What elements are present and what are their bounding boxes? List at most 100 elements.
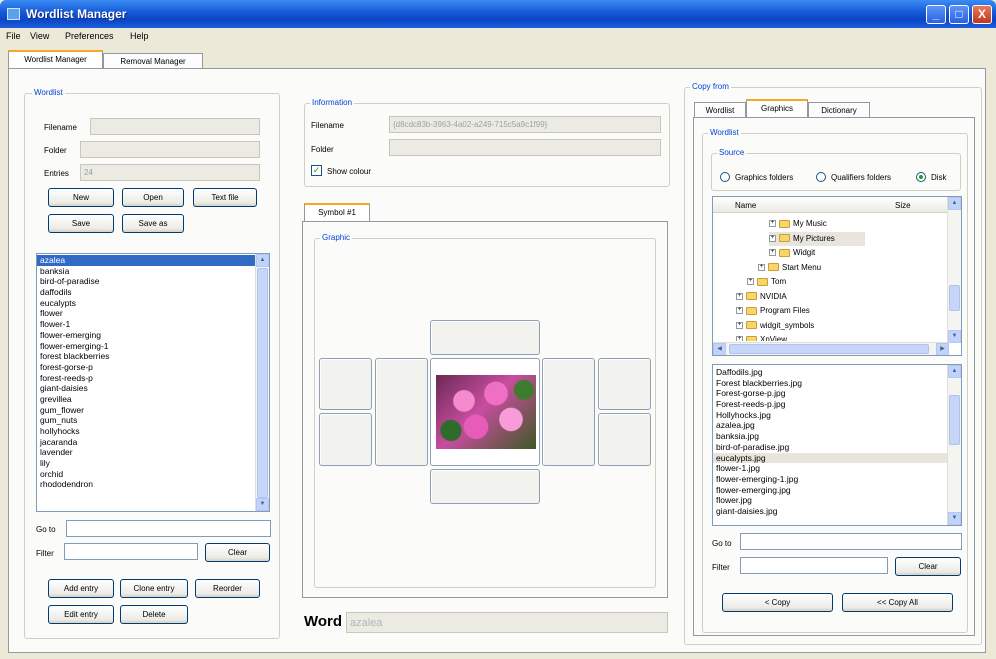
graphic-cell-right-bottom[interactable] <box>598 413 651 466</box>
graphic-cell-right-inner[interactable] <box>542 358 595 466</box>
tab-wordlist-manager[interactable]: Wordlist Manager <box>8 50 103 68</box>
word-list-item[interactable]: bird-of-paradise <box>37 276 255 287</box>
maximize-button[interactable]: □ <box>949 5 969 24</box>
edit-entry-button[interactable]: Edit entry <box>48 605 114 624</box>
expand-plus-icon[interactable]: + <box>747 278 754 286</box>
copy-all-button[interactable]: << Copy All <box>842 593 953 612</box>
delete-button[interactable]: Delete <box>120 605 188 624</box>
expand-plus-icon[interactable]: + <box>736 336 743 341</box>
tree-item[interactable]: + XnView <box>736 333 787 341</box>
tree-scroll-thumb[interactable] <box>949 285 960 311</box>
open-button[interactable]: Open <box>122 188 184 207</box>
graphic-cell-right-top[interactable] <box>598 358 651 410</box>
clone-entry-button[interactable]: Clone entry <box>120 579 188 598</box>
file-list-item[interactable]: flower.jpg <box>713 495 947 506</box>
file-scroll-down-icon[interactable]: ▼ <box>948 512 961 525</box>
copy-goto-input[interactable] <box>740 533 962 550</box>
word-list-item[interactable]: gum_flower <box>37 405 255 416</box>
save-as-button[interactable]: Save as <box>122 214 184 233</box>
tree-header-size[interactable]: Size <box>895 201 911 210</box>
expand-plus-icon[interactable]: + <box>736 321 743 329</box>
tree-scroll-left-icon[interactable]: ◀ <box>713 343 726 355</box>
graphic-cell-left-top[interactable] <box>319 358 372 410</box>
tab-symbol-1[interactable]: Symbol #1 <box>304 203 370 221</box>
tree-vscrollbar[interactable]: ▲ ▼ <box>947 197 961 343</box>
file-list-item[interactable]: bird-of-paradise.jpg <box>713 442 947 453</box>
scroll-thumb[interactable] <box>257 268 268 498</box>
word-list-item[interactable]: giant-daisies <box>37 383 255 394</box>
graphic-cell-center[interactable] <box>430 358 540 466</box>
word-list-item[interactable]: flower-emerging <box>37 330 255 341</box>
radio-disk[interactable] <box>916 172 926 182</box>
tree-item[interactable]: + Tom <box>747 275 786 289</box>
tab-removal-manager[interactable]: Removal Manager <box>103 53 203 69</box>
word-list-item[interactable]: azalea <box>37 255 255 266</box>
tree-item[interactable]: + My Pictures <box>769 231 865 246</box>
file-list-scrollbar[interactable]: ▲ ▼ <box>947 365 961 525</box>
tree-hscrollbar[interactable]: ◀ ▶ <box>713 342 949 355</box>
file-list-item[interactable]: Daffodils.jpg <box>713 367 947 378</box>
file-list-item[interactable]: giant-daisies.jpg <box>713 506 947 517</box>
tab-copy-dictionary[interactable]: Dictionary <box>808 102 870 118</box>
tab-copy-wordlist[interactable]: Wordlist <box>694 102 746 118</box>
word-list-item[interactable]: jacaranda <box>37 437 255 448</box>
word-list-item[interactable]: rhododendron <box>37 479 255 490</box>
tree-hscroll-thumb[interactable] <box>729 344 929 354</box>
file-list-item[interactable]: eucalypts.jpg <box>713 452 947 464</box>
tree-item[interactable]: + Program Files <box>736 304 810 318</box>
file-list-item[interactable]: azalea.jpg <box>713 420 947 431</box>
tree-scroll-up-icon[interactable]: ▲ <box>948 197 961 210</box>
graphic-cell-bottom[interactable] <box>430 469 540 504</box>
word-list-item[interactable]: hollyhocks <box>37 426 255 437</box>
expand-plus-icon[interactable]: + <box>758 263 765 271</box>
tab-copy-graphics[interactable]: Graphics <box>746 99 808 117</box>
word-list-item[interactable]: banksia <box>37 266 255 277</box>
expand-plus-icon[interactable]: + <box>736 292 743 300</box>
word-list-item[interactable]: forest-gorse-p <box>37 362 255 373</box>
file-list-item[interactable]: flower-emerging.jpg <box>713 485 947 496</box>
expand-plus-icon[interactable]: + <box>736 307 743 315</box>
file-list-item[interactable]: Forest blackberries.jpg <box>713 378 947 389</box>
copy-button[interactable]: < Copy <box>722 593 833 612</box>
graphic-cell-top[interactable] <box>430 320 540 355</box>
text-file-button[interactable]: Text file <box>193 188 257 207</box>
file-list[interactable]: Daffodils.jpg Forest blackberries.jpg Fore… <box>712 364 962 526</box>
word-list-item[interactable]: orchid <box>37 469 255 480</box>
file-list-item[interactable]: flower-1.jpg <box>713 463 947 474</box>
file-scroll-thumb[interactable] <box>949 395 960 445</box>
file-list-item[interactable]: flower-emerging-1.jpg <box>713 474 947 485</box>
word-list-item[interactable]: flower-1 <box>37 319 255 330</box>
menu-preferences[interactable]: Preferences <box>65 31 114 41</box>
scroll-down-icon[interactable]: ▼ <box>256 498 269 511</box>
word-list-item[interactable]: lily <box>37 458 255 469</box>
save-button[interactable]: Save <box>48 214 114 233</box>
expand-plus-icon[interactable]: + <box>769 234 776 242</box>
tree-item[interactable]: + Start Menu <box>758 261 821 275</box>
file-list-item[interactable]: banksia.jpg <box>713 431 947 442</box>
tree-scroll-right-icon[interactable]: ▶ <box>936 343 949 355</box>
word-list-item[interactable]: eucalypts <box>37 298 255 309</box>
file-list-item[interactable]: Forest-reeds-p.jpg <box>713 399 947 410</box>
menu-view[interactable]: View <box>30 31 49 41</box>
clear-button[interactable]: Clear <box>205 543 270 562</box>
tree-scroll-down-icon[interactable]: ▼ <box>948 330 961 343</box>
tree-header-name[interactable]: Name <box>735 201 756 210</box>
word-list-item[interactable]: grevillea <box>37 394 255 405</box>
word-list-item[interactable]: flower <box>37 308 255 319</box>
radio-graphics-folders[interactable] <box>720 172 730 182</box>
radio-qualifiers-folders[interactable] <box>816 172 826 182</box>
graphic-cell-left-inner[interactable] <box>375 358 428 466</box>
copy-filter-input[interactable] <box>740 557 888 574</box>
tree-item[interactable]: + Widgit <box>769 246 815 260</box>
tree-item[interactable]: + widgit_symbols <box>736 319 814 333</box>
file-list-item[interactable]: Forest-gorse-p.jpg <box>713 388 947 399</box>
word-list-item[interactable]: forest blackberries <box>37 351 255 362</box>
menu-file[interactable]: File <box>6 31 21 41</box>
add-entry-button[interactable]: Add entry <box>48 579 114 598</box>
expand-plus-icon[interactable]: + <box>769 249 776 257</box>
word-list-item[interactable]: lavender <box>37 447 255 458</box>
file-list-item[interactable]: Hollyhocks.jpg <box>713 410 947 421</box>
word-list-item[interactable]: gum_nuts <box>37 415 255 426</box>
filter-input[interactable] <box>64 543 198 560</box>
graphic-cell-left-bottom[interactable] <box>319 413 372 466</box>
